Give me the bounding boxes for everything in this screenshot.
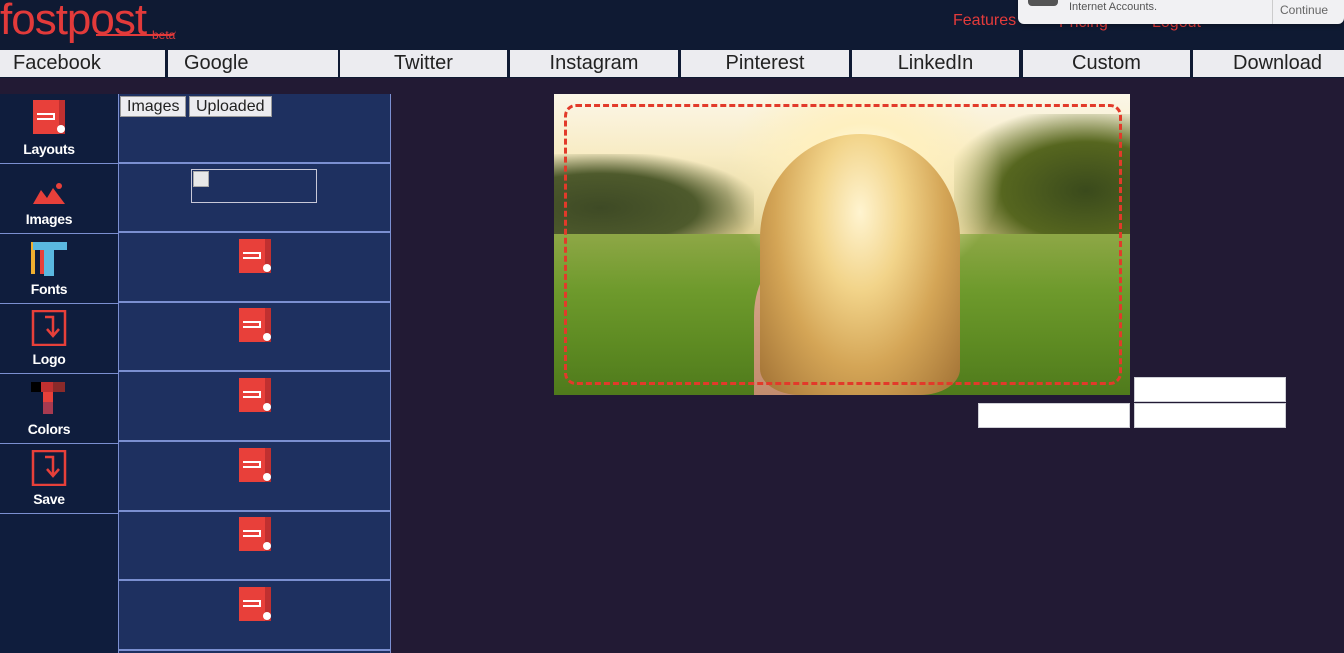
canvas-text-input[interactable] xyxy=(978,403,1130,428)
notification-text: Internet Accounts. xyxy=(1069,1,1158,13)
colors-icon xyxy=(31,382,65,414)
notification-app-icon xyxy=(1028,0,1058,6)
subtab-uploaded[interactable]: Uploaded xyxy=(189,96,272,117)
panel-row-layout[interactable] xyxy=(119,581,390,651)
panel-row-layout[interactable] xyxy=(119,233,390,303)
tool-sidebar: Layouts Images Fonts Logo Colors Save xyxy=(0,94,118,653)
design-canvas[interactable] xyxy=(554,94,1130,395)
tab-twitter[interactable]: Twitter xyxy=(340,50,507,77)
logo-text: fostpost xyxy=(0,0,147,44)
system-notification: Internet Accounts. Continue xyxy=(1018,0,1344,24)
tab-label: Download xyxy=(1233,52,1322,74)
tab-label: Google xyxy=(184,52,249,74)
tool-label: Logo xyxy=(32,351,66,367)
save-icon xyxy=(31,450,67,486)
tool-logo[interactable]: Logo xyxy=(0,304,118,374)
nav-features-link[interactable]: Features xyxy=(953,12,1016,30)
panel-row-layout[interactable] xyxy=(119,442,390,512)
broken-image-thumbnail[interactable] xyxy=(191,169,317,203)
tab-label: LinkedIn xyxy=(897,52,974,74)
logo-icon xyxy=(31,310,67,346)
tab-instagram[interactable]: Instagram xyxy=(510,50,678,77)
panel-row-subtabs: Images Uploaded xyxy=(119,94,390,164)
tool-label: Layouts xyxy=(23,141,75,157)
layout-icon xyxy=(239,517,271,551)
tab-linkedin[interactable]: LinkedIn xyxy=(852,50,1019,77)
tool-label: Colors xyxy=(27,421,71,437)
image-icon xyxy=(33,183,65,204)
tab-google[interactable]: Google xyxy=(168,50,338,77)
layout-icon xyxy=(239,378,271,412)
panel-row-layout[interactable] xyxy=(119,511,390,581)
tool-layouts[interactable]: Layouts xyxy=(0,94,118,164)
subtab-images[interactable]: Images xyxy=(120,96,187,117)
notification-divider xyxy=(1272,0,1273,24)
layout-icon xyxy=(33,100,65,134)
tab-label: Facebook xyxy=(13,52,101,74)
broken-image-icon xyxy=(193,171,209,187)
layout-icon xyxy=(239,448,271,482)
tab-download[interactable]: Download xyxy=(1193,50,1344,77)
tab-label: Instagram xyxy=(549,52,639,74)
tool-label: Save xyxy=(33,491,65,507)
logo-beta-badge: beta xyxy=(152,28,176,42)
panel-row-image xyxy=(119,163,390,233)
tool-save[interactable]: Save xyxy=(0,444,118,514)
font-icon xyxy=(31,242,67,276)
tab-label: Custom xyxy=(1072,52,1141,74)
tab-custom[interactable]: Custom xyxy=(1023,50,1190,77)
tool-label: Images xyxy=(25,211,73,227)
notification-continue-button[interactable]: Continue xyxy=(1280,3,1328,17)
platform-tab-bar: Facebook Google Twitter Instagram Pinter… xyxy=(0,48,1344,78)
panel-row-layout[interactable] xyxy=(119,302,390,372)
layout-icon xyxy=(239,239,271,273)
canvas-width-input[interactable] xyxy=(1134,377,1286,402)
canvas-height-input[interactable] xyxy=(1134,403,1286,428)
tool-images[interactable]: Images xyxy=(0,164,118,234)
panel-row-layout[interactable] xyxy=(119,372,390,442)
tab-pinterest[interactable]: Pinterest xyxy=(681,50,849,77)
fostpost-logo[interactable]: fostpost beta xyxy=(0,0,176,44)
tab-facebook[interactable]: Facebook xyxy=(0,50,165,77)
tool-panel: Images Uploaded xyxy=(118,94,391,653)
safe-area-outline xyxy=(564,104,1122,385)
layout-icon xyxy=(239,308,271,342)
tool-fonts[interactable]: Fonts xyxy=(0,234,118,304)
tab-label: Twitter xyxy=(394,52,453,74)
layout-icon xyxy=(239,587,271,621)
tab-label: Pinterest xyxy=(725,52,805,74)
tool-label: Fonts xyxy=(30,281,68,297)
tool-colors[interactable]: Colors xyxy=(0,374,118,444)
